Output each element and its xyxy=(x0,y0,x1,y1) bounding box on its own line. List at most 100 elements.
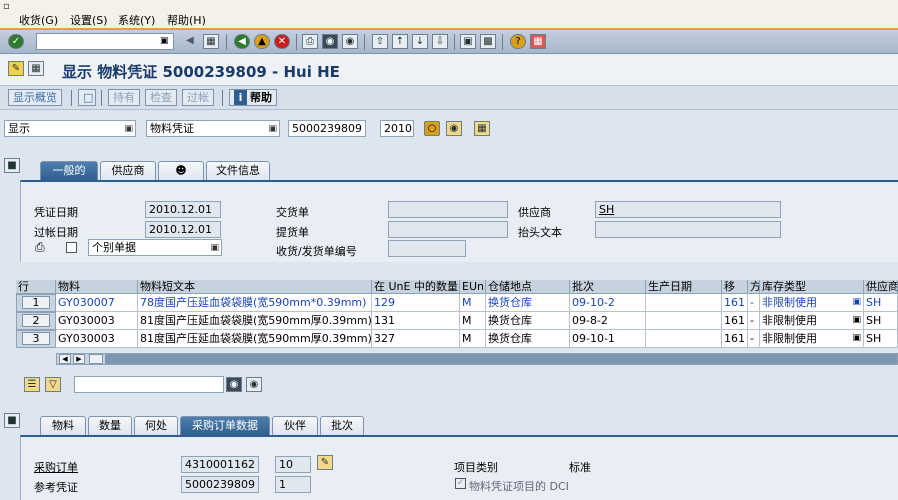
grid-batch[interactable]: 09-10-2 xyxy=(570,294,646,312)
col-prod-date[interactable]: 生产日期 xyxy=(646,280,722,294)
help-icon[interactable]: ? xyxy=(510,34,526,49)
grid-movement[interactable]: 161 xyxy=(722,294,748,312)
dropdown-icon[interactable]: ▣ xyxy=(852,312,861,329)
find-next-item-icon[interactable]: ◉ xyxy=(246,377,262,392)
tab-partner[interactable]: ☻ xyxy=(158,161,204,180)
col-stock-type[interactable]: 库存类型 xyxy=(760,280,864,294)
po-display-icon[interactable]: ✎ xyxy=(317,455,333,470)
last-page-icon[interactable]: ⇩ xyxy=(432,34,448,49)
print-checkbox[interactable] xyxy=(66,242,77,253)
col-qty[interactable]: 在 UnE 中的数量 xyxy=(372,280,460,294)
tab-vendor[interactable]: 供应商 xyxy=(100,161,156,180)
back-icon[interactable]: ◀ xyxy=(234,34,250,49)
find-next-icon[interactable]: ◉ xyxy=(342,34,358,49)
first-page-icon[interactable]: ⇧ xyxy=(372,34,388,49)
grid-direction[interactable]: - xyxy=(748,330,760,348)
hold-button[interactable]: 持有 xyxy=(108,89,140,106)
col-material[interactable]: 物料 xyxy=(56,280,138,294)
row-selector[interactable]: 2 xyxy=(16,312,56,330)
help-button[interactable]: i 帮助 xyxy=(229,89,277,106)
new-document-icon[interactable]: □ xyxy=(78,89,96,106)
col-batch[interactable]: 批次 xyxy=(570,280,646,294)
new-session-icon[interactable]: ▣ xyxy=(460,34,476,49)
tab-where[interactable]: 何处 xyxy=(134,416,178,435)
post-button[interactable]: 过帐 xyxy=(182,89,214,106)
action-select[interactable]: 显示 ▣ xyxy=(4,120,136,137)
col-vendor[interactable]: 供应商 xyxy=(864,280,898,294)
grid-unit[interactable]: M xyxy=(460,312,486,330)
scroll-thumb[interactable] xyxy=(89,354,103,364)
row-selector[interactable]: 1 xyxy=(16,294,56,312)
tab-general[interactable]: 一般的 xyxy=(40,161,98,180)
tab-po-data[interactable]: 采购订单数据 xyxy=(180,416,270,435)
overview-button[interactable]: 显示概览 xyxy=(8,89,62,106)
collapse-header-icon[interactable]: ■ xyxy=(4,158,20,173)
col-direction[interactable]: 方 xyxy=(748,280,760,294)
check-button[interactable]: 检查 xyxy=(145,89,177,106)
po-field[interactable]: 4310001162 xyxy=(181,456,259,473)
grid-direction[interactable]: - xyxy=(748,294,760,312)
scroll-right-icon[interactable]: ▶ xyxy=(73,354,85,364)
find-icon[interactable]: ◉ xyxy=(322,34,338,49)
enter-icon[interactable]: ✓ xyxy=(8,34,24,49)
grid-stock-type[interactable]: 非限制使用 ▣ xyxy=(760,294,864,312)
grid-material[interactable]: GY030003 xyxy=(56,330,138,348)
display-change-icon[interactable]: ✎ xyxy=(8,61,24,76)
exit-icon[interactable]: ▲ xyxy=(254,34,270,49)
save-icon[interactable]: ▦ xyxy=(203,34,219,49)
layout-icon[interactable]: ▦ xyxy=(530,34,546,49)
item-search-input[interactable] xyxy=(74,376,224,393)
filter-icon[interactable]: ▽ xyxy=(45,377,61,392)
grid-short-text[interactable]: 81度国产压延血袋袋膜(宽590mm厚0.39mm) xyxy=(138,330,372,348)
select-all-icon[interactable]: ☰ xyxy=(24,377,40,392)
doc-number-field[interactable]: 5000239809 xyxy=(288,120,366,137)
doc-date-field[interactable]: 2010.12.01 xyxy=(145,201,221,218)
grid-movement[interactable]: 161 xyxy=(722,330,748,348)
command-dropdown-icon[interactable]: ▣ xyxy=(160,36,169,46)
header-text-field[interactable] xyxy=(595,221,781,238)
print-icon[interactable]: ⎙ xyxy=(35,240,45,255)
grid-sloc[interactable]: 换货仓库 xyxy=(486,294,570,312)
grid-movement[interactable]: 161 xyxy=(722,312,748,330)
col-line[interactable]: 行 xyxy=(16,280,56,294)
search-help-icon[interactable]: ◉ xyxy=(446,121,462,136)
grid-stock-type[interactable]: 非限制使用 ▣ xyxy=(760,330,864,348)
grid-qty[interactable]: 131 xyxy=(372,312,460,330)
document-icon[interactable]: ▦ xyxy=(28,61,44,76)
grid-direction[interactable]: - xyxy=(748,312,760,330)
grid-material[interactable]: GY030003 xyxy=(56,312,138,330)
grid-vendor[interactable]: SH xyxy=(864,312,898,330)
vendor-field[interactable]: SH xyxy=(595,201,781,218)
find-item-icon[interactable]: ◉ xyxy=(226,377,242,392)
print-icon[interactable]: ⎙ xyxy=(302,34,318,49)
menu-help[interactable]: 帮助(H) xyxy=(167,12,206,28)
grid-date[interactable] xyxy=(646,312,722,330)
ref-item-field[interactable]: 1 xyxy=(275,476,311,493)
bill-of-lading-field[interactable] xyxy=(388,221,508,238)
history-back-icon[interactable]: ◀ xyxy=(186,35,194,46)
tab-partner-item[interactable]: 伙伴 xyxy=(272,416,318,435)
execute-icon[interactable]: ○ xyxy=(424,121,440,136)
grid-sloc[interactable]: 换货仓库 xyxy=(486,312,570,330)
grid-date[interactable] xyxy=(646,294,722,312)
tab-quantity[interactable]: 数量 xyxy=(88,416,132,435)
collapse-item-icon[interactable]: ■ xyxy=(4,413,20,428)
col-unit[interactable]: EUn xyxy=(460,280,486,294)
doc-type-select[interactable]: 物料凭证 ▣ xyxy=(146,120,280,137)
slip-type-select[interactable]: 个别单据 ▣ xyxy=(88,239,222,256)
grid-vendor[interactable]: SH xyxy=(864,330,898,348)
shortcut-icon[interactable]: ▩ xyxy=(480,34,496,49)
po-item-field[interactable]: 10 xyxy=(275,456,311,473)
delivery-note-field[interactable] xyxy=(388,201,508,218)
post-date-field[interactable]: 2010.12.01 xyxy=(145,221,221,238)
menu-settings[interactable]: 设置(S) xyxy=(70,12,108,28)
ref-doc-field[interactable]: 5000239809 xyxy=(181,476,259,493)
grid-material[interactable]: GY030007 xyxy=(56,294,138,312)
tab-document-info[interactable]: 文件信息 xyxy=(206,161,270,180)
prev-page-icon[interactable]: ↑ xyxy=(392,34,408,49)
year-field[interactable]: 2010 xyxy=(380,120,414,137)
dci-checkbox[interactable]: ✓ xyxy=(455,478,466,489)
col-movement[interactable]: 移 xyxy=(722,280,748,294)
dropdown-icon[interactable]: ▣ xyxy=(852,330,861,347)
grid-batch[interactable]: 09-8-2 xyxy=(570,312,646,330)
